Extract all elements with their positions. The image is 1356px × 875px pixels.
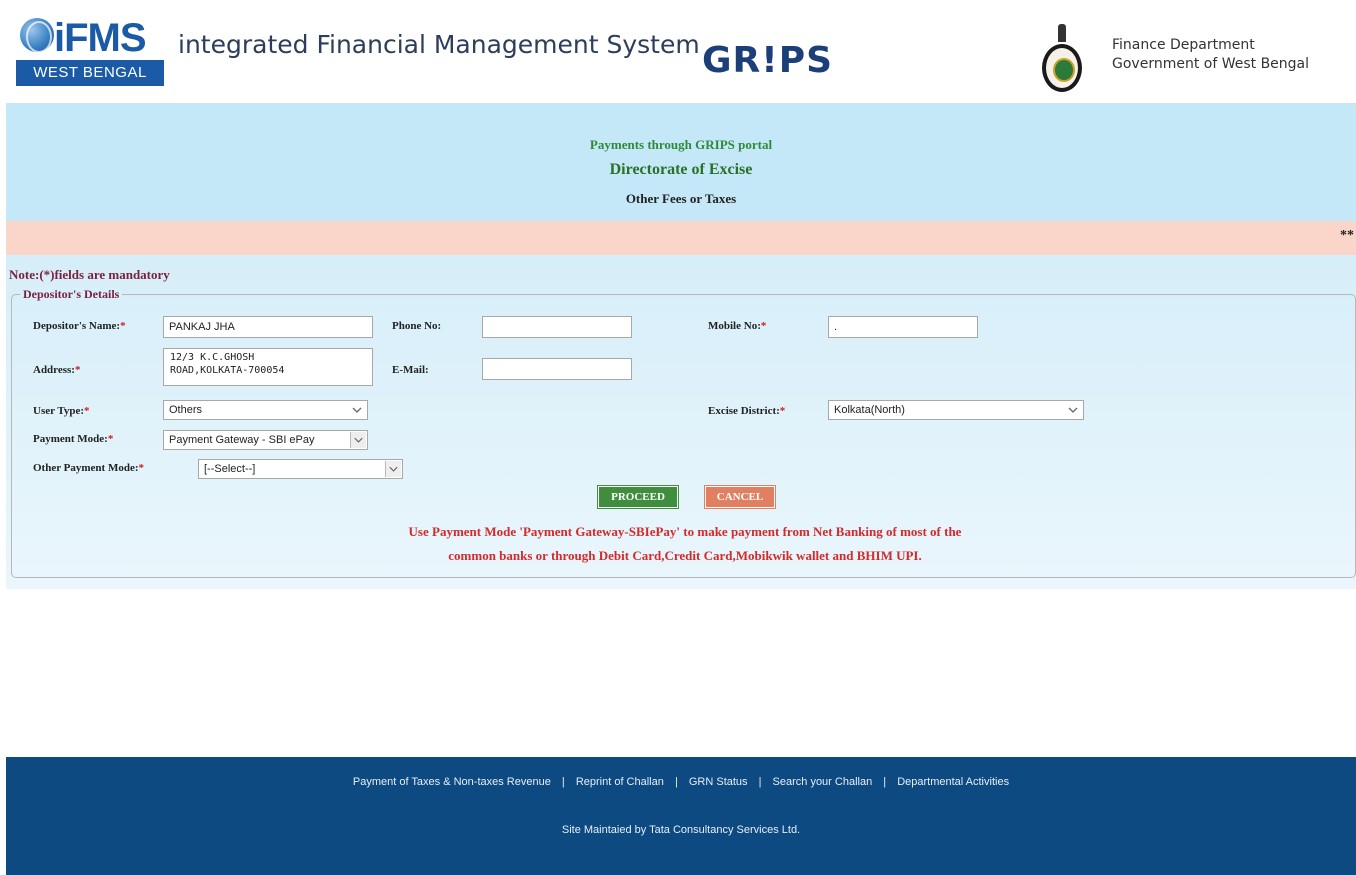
system-title: integrated Financial Management System [178, 30, 700, 59]
depositor-details-legend: Depositor's Details [20, 287, 123, 302]
footer-separator: | [758, 776, 762, 788]
finance-department-text: Finance Department Government of West Be… [1112, 36, 1309, 74]
dept-line-1: Finance Department [1112, 37, 1255, 53]
banner-department-title: Directorate of Excise [609, 161, 753, 178]
page-banner: Payments through GRIPS portal Directorat… [6, 103, 1356, 221]
emblem-seal [1042, 44, 1082, 92]
banner-fee-type: Other Fees or Taxes [625, 191, 737, 206]
depositor-name-input[interactable]: PANKAJ JHA [163, 316, 373, 338]
mobile-label: Mobile No:* [708, 320, 767, 332]
excise-district-value: Kolkata(North) [834, 404, 905, 416]
footer-link-grn-status[interactable]: GRN Status [689, 776, 748, 788]
announcement-strip: ** [6, 221, 1356, 255]
excise-district-label: Excise District:* [708, 405, 786, 417]
mandatory-note: Note:(*)fields are mandatory [9, 267, 170, 282]
site-footer: Payment of Taxes & Non-taxes Revenue | R… [6, 757, 1356, 875]
footer-link-search-challan[interactable]: Search your Challan [773, 776, 873, 788]
footer-links: Payment of Taxes & Non-taxes Revenue | R… [6, 776, 1356, 788]
ifms-region-text: WEST BENGAL [16, 60, 164, 86]
other-payment-mode-select[interactable]: [--Select--] [198, 459, 403, 479]
phone-label: Phone No: [392, 320, 442, 332]
footer-link-payment-of-taxes[interactable]: Payment of Taxes & Non-taxes Revenue [353, 776, 551, 788]
payment-mode-label: Payment Mode:* [33, 433, 114, 445]
address-textarea[interactable]: 12/3 K.C.GHOSH ROAD,KOLKATA-700054 [163, 348, 373, 386]
chevron-down-icon [352, 407, 362, 413]
user-type-value: Others [169, 404, 203, 416]
footer-separator: | [561, 776, 565, 788]
phone-input[interactable] [482, 316, 632, 338]
address-label: Address:* [33, 364, 81, 376]
emblem-top [1058, 24, 1066, 42]
globe-icon [20, 18, 54, 53]
proceed-button[interactable]: PROCEED [598, 486, 678, 508]
user-type-select[interactable]: Others [163, 400, 368, 420]
site-header: iFMS WEST BENGAL integrated Financial Ma… [0, 0, 1356, 103]
ifms-logo[interactable]: iFMS WEST BENGAL [16, 14, 166, 86]
chevron-down-icon [385, 461, 401, 477]
footer-separator: | [674, 776, 678, 788]
cancel-button[interactable]: CANCEL [705, 486, 775, 508]
footer-link-reprint-challan[interactable]: Reprint of Challan [576, 776, 664, 788]
payment-info-line-2: common banks or through Debit Card,Credi… [448, 548, 922, 563]
banner-portal-title: Payments through GRIPS portal [589, 137, 773, 152]
chevron-down-icon [350, 432, 366, 448]
payment-info-message: Use Payment Mode 'Payment Gateway-SBIePa… [250, 520, 1120, 568]
excise-district-select[interactable]: Kolkata(North) [828, 400, 1084, 420]
email-input[interactable] [482, 358, 632, 380]
payment-mode-select[interactable]: Payment Gateway - SBI ePay [163, 430, 368, 450]
footer-credit: Site Maintaied by Tata Consultancy Servi… [561, 824, 801, 836]
footer-separator: | [883, 776, 887, 788]
chevron-down-icon [1068, 407, 1078, 413]
user-type-label: User Type:* [33, 405, 90, 417]
depositor-name-label: Depositor's Name:* [33, 320, 126, 332]
other-payment-mode-label: Other Payment Mode:* [33, 462, 144, 474]
state-emblem-icon [1040, 24, 1084, 96]
grips-logo[interactable]: GR!PS [702, 40, 833, 81]
other-payment-mode-value: [--Select--] [204, 463, 256, 475]
payment-mode-value: Payment Gateway - SBI ePay [169, 434, 315, 446]
dept-line-2: Government of West Bengal [1112, 56, 1310, 72]
ifms-brand-text: iFMS [54, 16, 147, 60]
email-label: E-Mail: [392, 364, 429, 376]
mobile-input[interactable]: . [828, 316, 978, 338]
payment-info-line-1: Use Payment Mode 'Payment Gateway-SBIePa… [408, 524, 962, 539]
announcement-text: ** [1340, 228, 1354, 243]
footer-link-departmental-activities[interactable]: Departmental Activities [897, 776, 1009, 788]
